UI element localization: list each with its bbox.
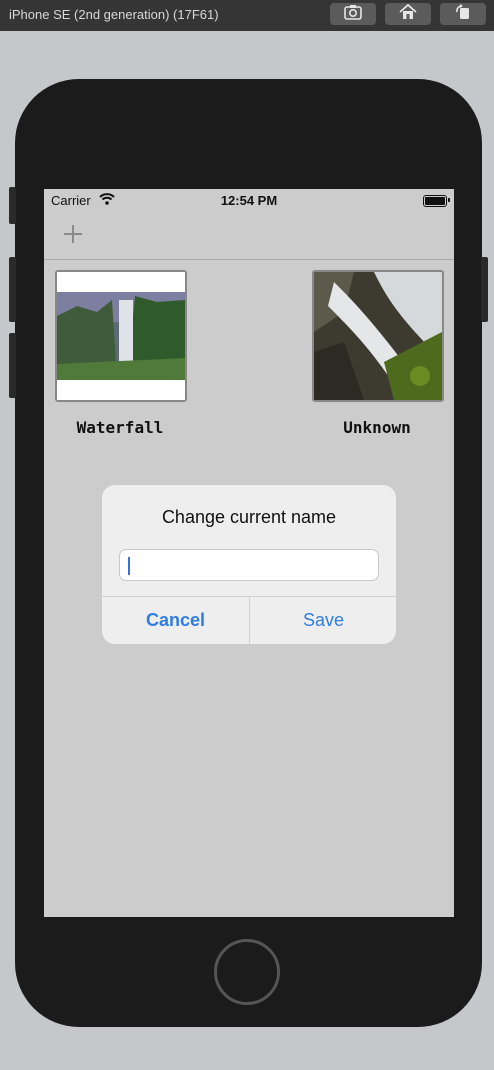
home-button-sim[interactable] [385, 3, 431, 25]
cell-label: Unknown [343, 418, 411, 437]
rotate-button[interactable] [440, 3, 486, 25]
name-input[interactable] [119, 549, 379, 581]
save-button[interactable]: Save [250, 597, 396, 644]
power-button [481, 257, 488, 322]
battery-icon [423, 195, 447, 207]
simulator-title: iPhone SE (2nd generation) (17F61) [9, 7, 219, 22]
add-button[interactable] [62, 223, 84, 245]
unknown-thumbnail[interactable] [312, 270, 444, 402]
volume-down-button [9, 333, 16, 398]
home-button[interactable] [214, 939, 280, 1005]
volume-up-button [9, 257, 16, 322]
status-time: 12:54 PM [220, 193, 278, 208]
navigation-bar [44, 211, 454, 260]
simulator-title-bar: iPhone SE (2nd generation) (17F61) [0, 0, 494, 31]
home-icon [399, 3, 417, 25]
rotate-icon [454, 3, 472, 25]
text-caret [128, 557, 130, 575]
plus-icon [64, 225, 82, 243]
cancel-button[interactable]: Cancel [102, 597, 249, 644]
screenshot-icon [344, 4, 362, 25]
cell-label: Waterfall [76, 418, 164, 437]
battery-tip [448, 198, 450, 202]
alert-title: Change current name [161, 507, 337, 527]
screenshot-button[interactable] [330, 3, 376, 25]
waterfall-thumbnail[interactable] [55, 270, 187, 402]
rename-alert: Change current name Cancel Save [102, 485, 396, 644]
status-bar: Carrier 12:54 PM [44, 189, 454, 211]
silent-switch [9, 187, 16, 224]
device-screen: Carrier 12:54 PM Waterfall Unknown Chang… [44, 189, 454, 917]
